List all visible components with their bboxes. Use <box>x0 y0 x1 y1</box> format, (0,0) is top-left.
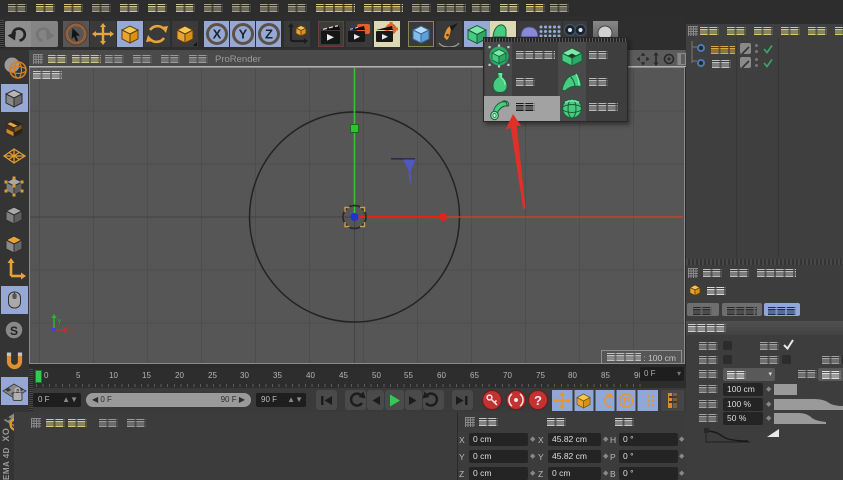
svg-text:X: X <box>69 328 74 335</box>
svg-text:Y: Y <box>239 27 248 42</box>
svg-text:S: S <box>10 324 18 338</box>
svg-text:X: X <box>213 27 222 42</box>
svg-text:Y: Y <box>57 319 62 326</box>
svg-text:P: P <box>623 397 630 408</box>
svg-text:Z: Z <box>265 27 273 42</box>
svg-text:?: ? <box>534 393 542 408</box>
